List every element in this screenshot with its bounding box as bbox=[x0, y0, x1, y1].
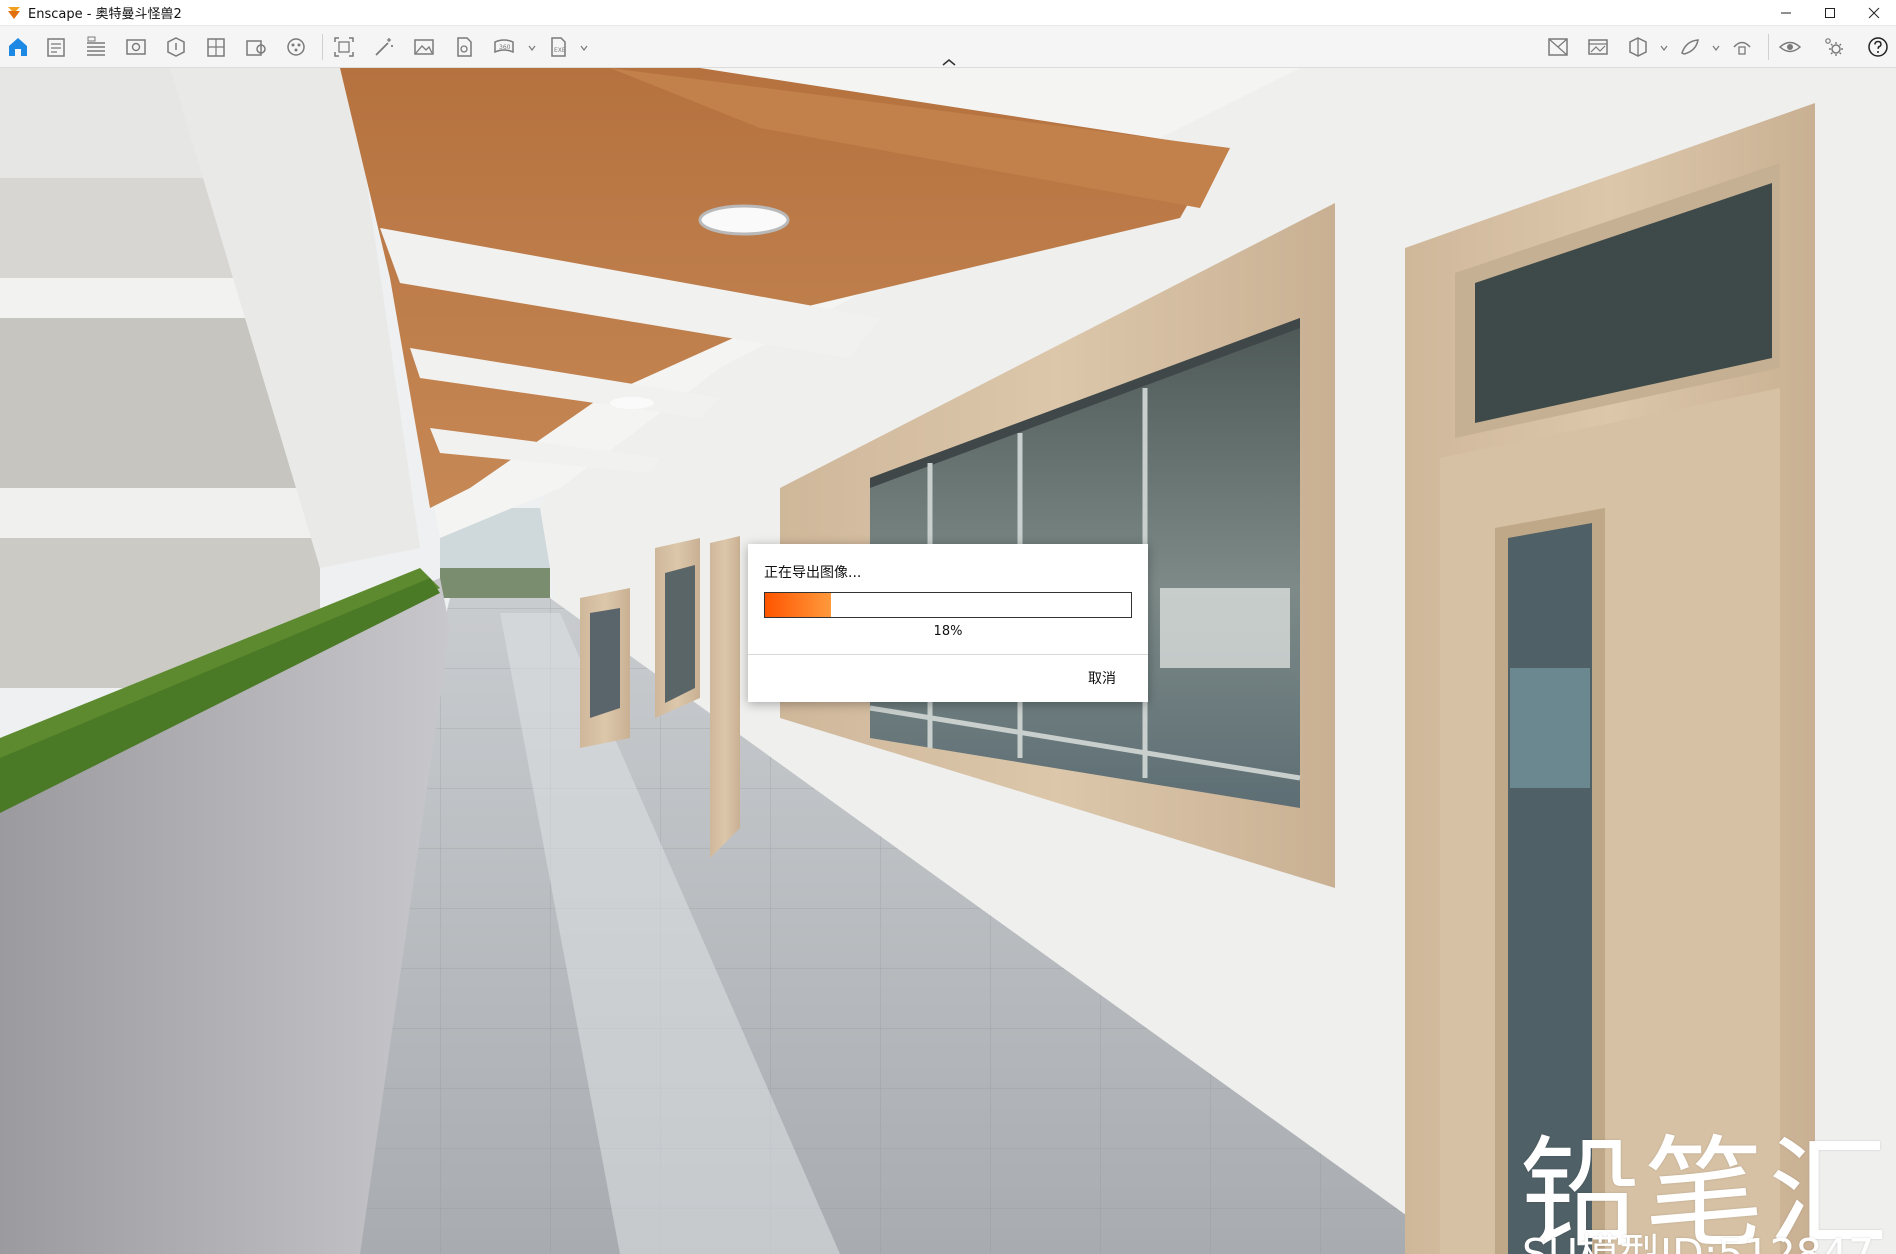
magic-wand-button[interactable] bbox=[370, 34, 398, 60]
help-button[interactable] bbox=[1864, 34, 1892, 60]
title-bar: Enscape - 奥特曼斗怪兽2 bbox=[0, 0, 1896, 26]
atmosphere-button[interactable] bbox=[1728, 34, 1756, 60]
screenshot-button[interactable] bbox=[330, 34, 358, 60]
magic-wand-icon bbox=[375, 38, 393, 56]
svg-text:EXE: EXE bbox=[554, 47, 566, 54]
maximize-button[interactable] bbox=[1808, 0, 1852, 26]
close-icon bbox=[1868, 7, 1880, 19]
screenshot-icon bbox=[334, 37, 354, 57]
asset-library-icon bbox=[167, 37, 185, 57]
cancel-button[interactable]: 取消 bbox=[1070, 664, 1134, 692]
site-context-icon bbox=[246, 40, 266, 56]
progress-percent-label: 18% bbox=[933, 624, 963, 639]
panorama-button[interactable]: 360 bbox=[490, 34, 518, 60]
asset-library-button[interactable] bbox=[162, 34, 190, 60]
preview-eye-button[interactable] bbox=[1776, 34, 1804, 60]
help-icon bbox=[1868, 37, 1888, 57]
dialog-divider bbox=[748, 654, 1148, 655]
enscape-window: Enscape - 奥特曼斗怪兽2 360 EXE 铅笔汇 SU模型ID:512… bbox=[0, 0, 1896, 1254]
collapse-toolbar-chevron-icon[interactable] bbox=[938, 56, 960, 68]
batch-render-button[interactable] bbox=[202, 34, 230, 60]
settings-button[interactable] bbox=[1820, 34, 1848, 60]
dialog-title: 正在导出图像... bbox=[764, 565, 862, 581]
home-icon bbox=[9, 38, 27, 56]
minimize-button[interactable] bbox=[1764, 0, 1808, 26]
render-export-icon bbox=[457, 37, 472, 57]
gallery-button[interactable] bbox=[1584, 34, 1612, 60]
batch-render-icon bbox=[207, 38, 225, 57]
views-icon bbox=[1548, 38, 1568, 56]
document-button[interactable] bbox=[42, 34, 70, 60]
export-progress-dialog: 正在导出图像... 18% 取消 bbox=[748, 544, 1148, 702]
section-dropdown-chevron-icon[interactable] bbox=[1660, 44, 1668, 52]
render-image-button[interactable] bbox=[410, 34, 438, 60]
window-title: Enscape - 奥特曼斗怪兽2 bbox=[28, 7, 182, 22]
exe-export-icon: EXE bbox=[551, 37, 566, 57]
window-controls bbox=[1764, 0, 1896, 26]
section-box-button[interactable] bbox=[1624, 34, 1652, 60]
views-button[interactable] bbox=[1544, 34, 1572, 60]
maximize-icon bbox=[1825, 8, 1835, 18]
progress-fill bbox=[765, 593, 831, 617]
video-editor-button[interactable] bbox=[122, 34, 150, 60]
visual-dropdown-chevron-icon[interactable] bbox=[1712, 44, 1720, 52]
svg-text:360: 360 bbox=[499, 44, 511, 51]
preview-eye-icon bbox=[1778, 41, 1802, 53]
export-progress-bar bbox=[764, 592, 1132, 618]
section-box-icon bbox=[1629, 37, 1647, 57]
model-id-label: SU模型ID:512847 bbox=[1522, 1230, 1875, 1254]
document-icon bbox=[47, 38, 65, 57]
material-editor-button[interactable] bbox=[282, 34, 310, 60]
visual-settings-button[interactable] bbox=[1676, 34, 1704, 60]
close-button[interactable] bbox=[1852, 0, 1896, 26]
settings-gear-icon bbox=[1825, 38, 1843, 56]
home-button[interactable] bbox=[4, 34, 32, 60]
exe-export-button[interactable]: EXE bbox=[544, 34, 572, 60]
material-editor-icon bbox=[287, 38, 305, 56]
render-export-button[interactable] bbox=[450, 34, 478, 60]
bim-list-icon bbox=[87, 36, 105, 56]
video-editor-icon bbox=[126, 39, 146, 55]
enscape-logo-icon bbox=[8, 6, 20, 19]
minimize-icon bbox=[1781, 12, 1791, 14]
site-context-button[interactable] bbox=[242, 34, 270, 60]
gallery-icon bbox=[1588, 39, 1608, 55]
render-image-icon bbox=[414, 39, 434, 55]
panorama-dropdown-chevron-icon[interactable] bbox=[528, 44, 536, 52]
visual-settings-icon bbox=[1681, 39, 1699, 55]
exe-dropdown-chevron-icon[interactable] bbox=[580, 44, 588, 52]
bim-list-button[interactable] bbox=[82, 34, 110, 60]
atmosphere-icon bbox=[1733, 41, 1751, 55]
panorama-icon: 360 bbox=[494, 39, 514, 54]
